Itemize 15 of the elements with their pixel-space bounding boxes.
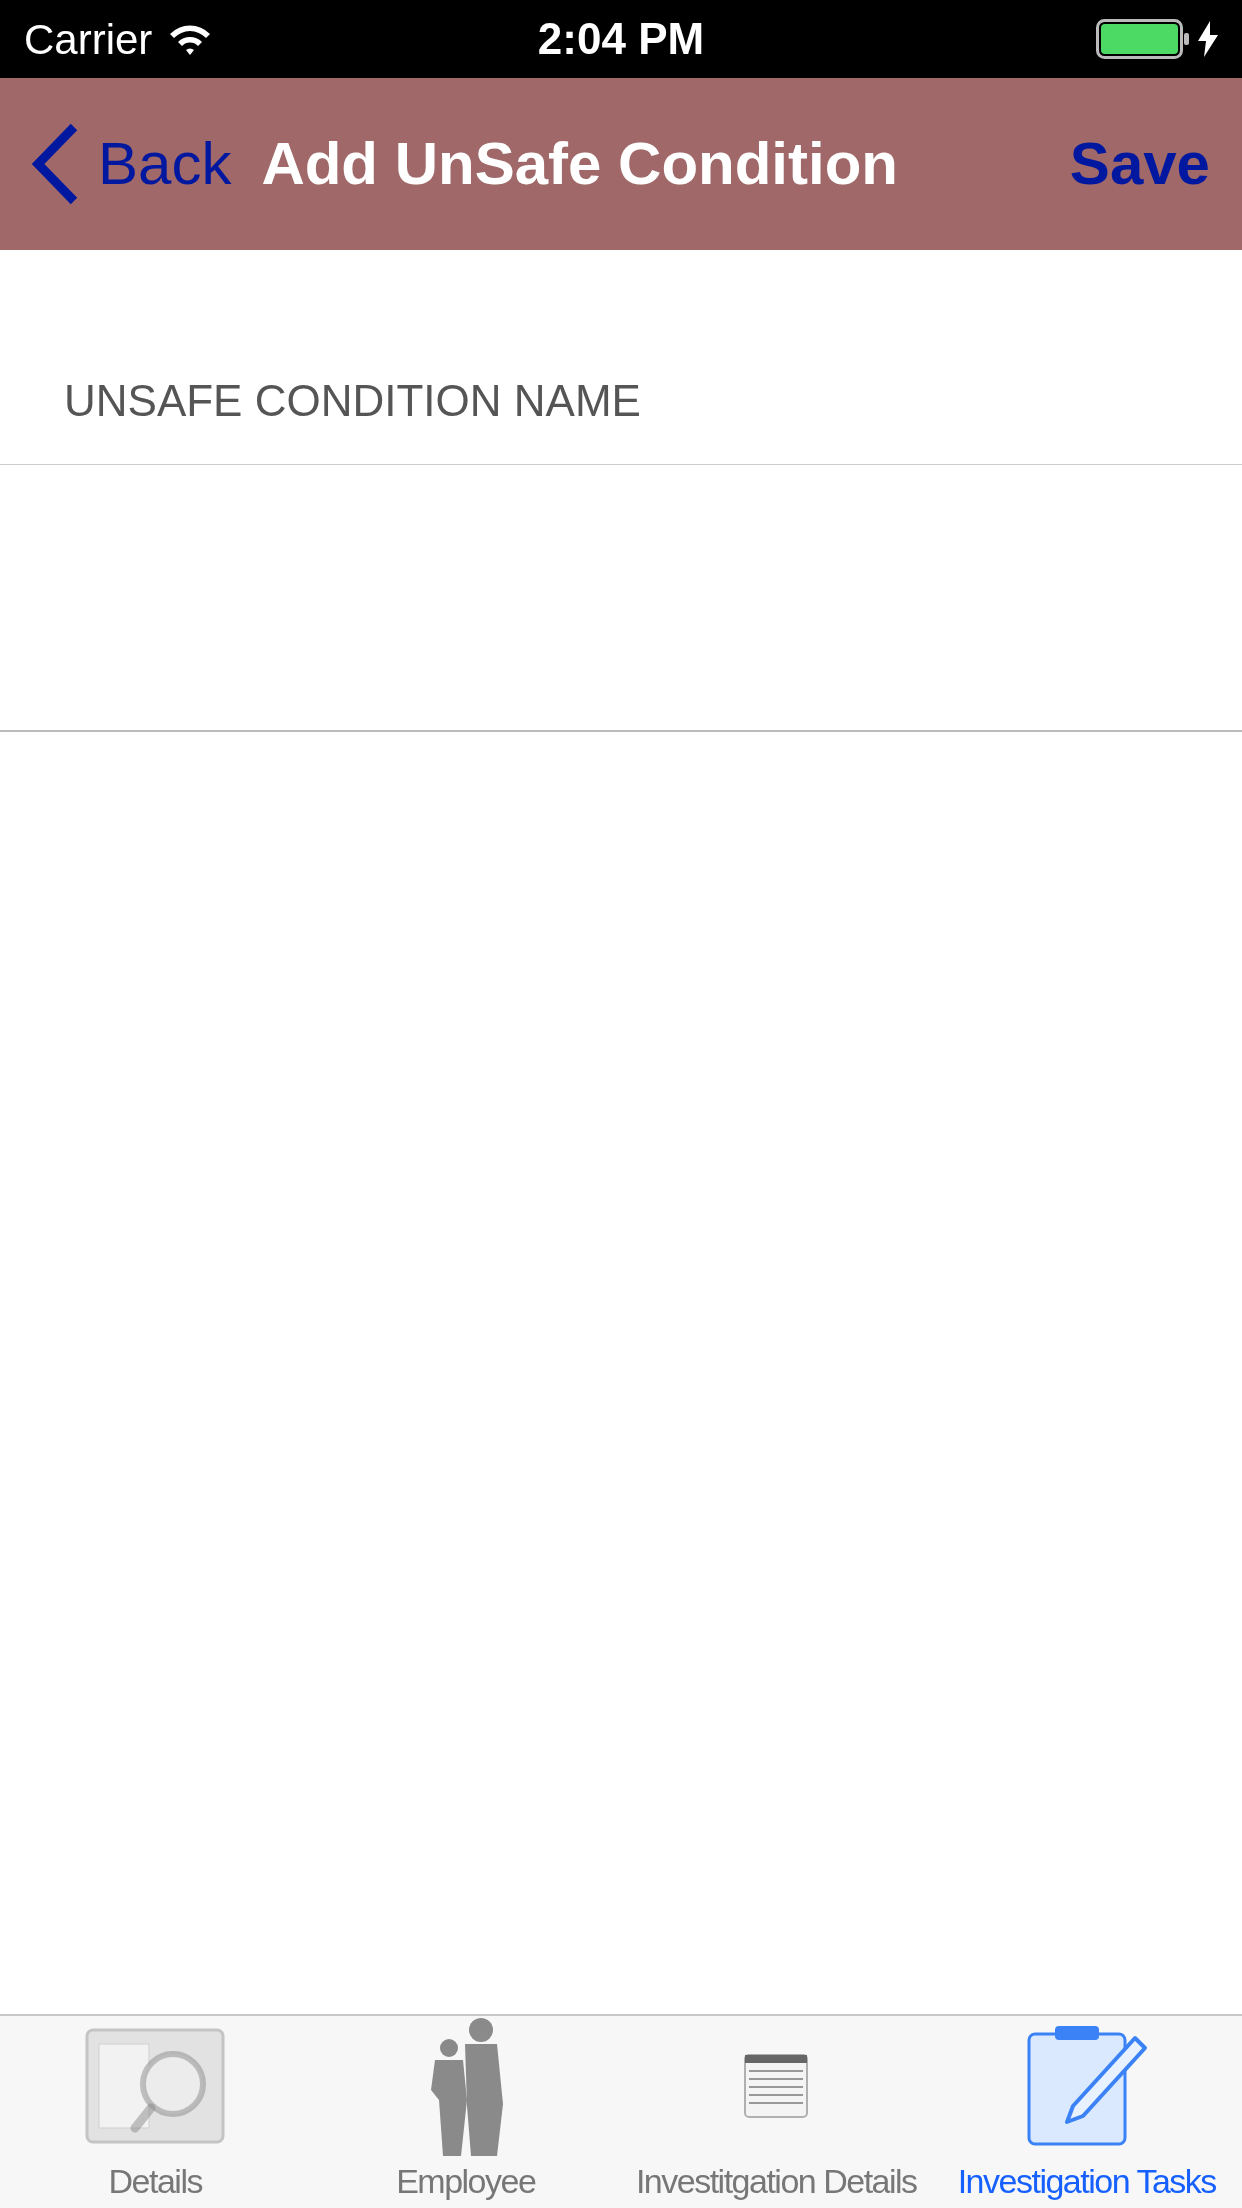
carrier-label: Carrier	[24, 14, 153, 65]
magnifier-document-icon	[85, 2028, 226, 2144]
save-button[interactable]: Save	[1069, 119, 1210, 209]
clock-label: 2:04 PM	[537, 13, 705, 65]
tab-item[interactable]: Employee	[310, 2016, 621, 2208]
tab-item[interactable]: Investigation Tasks	[931, 2016, 1242, 2208]
back-button[interactable]: Back	[32, 119, 232, 209]
section-header: UNSAFE CONDITION NAME	[64, 375, 641, 427]
charging-bolt-icon	[1198, 21, 1218, 57]
tab-item[interactable]: Details	[0, 2016, 311, 2208]
tab-item[interactable]: Investitgation Details	[621, 2016, 932, 2208]
list-icon	[743, 2053, 810, 2119]
battery-icon	[1096, 19, 1190, 59]
screen-title: Add UnSafe Condition	[261, 129, 898, 199]
chevron-left-icon	[32, 123, 80, 205]
